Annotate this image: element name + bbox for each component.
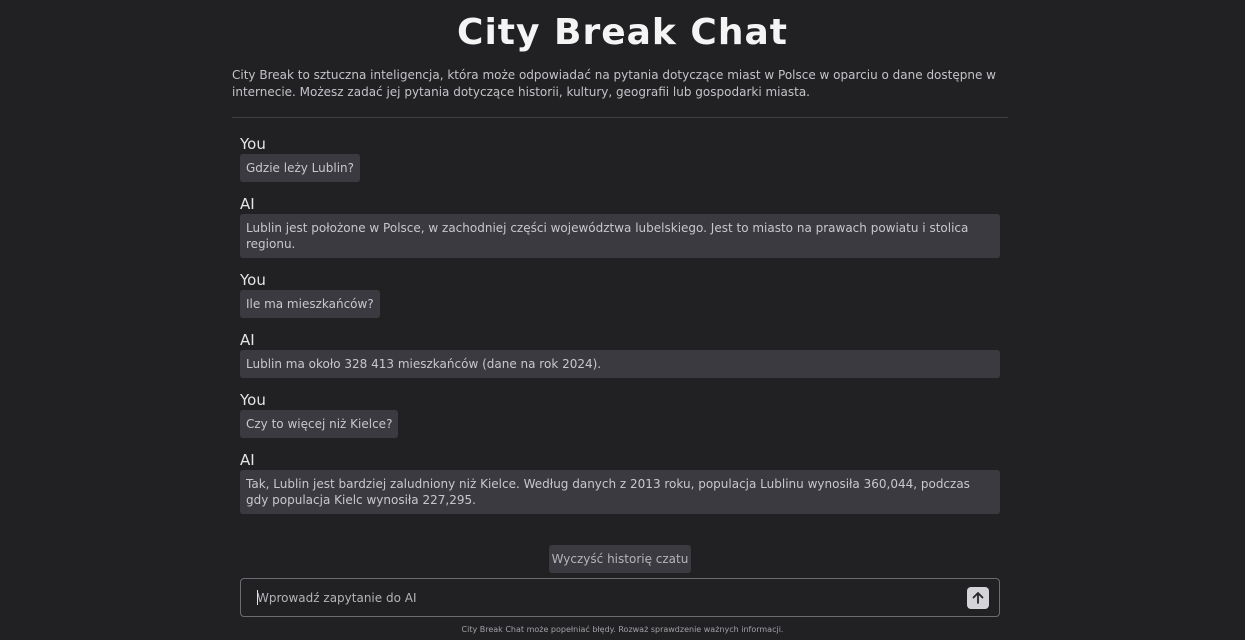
message-sender: You	[240, 271, 266, 289]
page-title: City Break Chat	[457, 12, 788, 53]
message-bubble: Gdzie leży Lublin?	[240, 154, 361, 182]
message-bubble: Tak, Lublin jest bardziej zaludniony niż…	[240, 470, 1000, 514]
chat-page: City Break Chat City Break to sztuczna i…	[0, 0, 1245, 640]
send-button[interactable]	[967, 587, 989, 609]
intro-text: City Break to sztuczna inteligencja, któ…	[232, 68, 996, 99]
message-sender: AI	[240, 331, 255, 349]
text-caret	[257, 590, 258, 605]
message-sender: AI	[240, 451, 255, 469]
clear-history-button[interactable]: Wyczyść historię czatu	[549, 545, 691, 573]
message-sender: You	[240, 135, 266, 153]
chat-message-user: You Ile ma mieszkańców?	[240, 270, 1000, 318]
chat-history: You Gdzie leży Lublin? AI Lublin jest po…	[240, 134, 1000, 526]
chat-message-user: You Czy to więcej niż Kielce?	[240, 390, 1000, 438]
prompt-input-box	[240, 578, 1000, 617]
message-sender: AI	[240, 195, 255, 213]
message-bubble: Lublin jest położone w Polsce, w zachodn…	[240, 214, 1000, 258]
arrow-up-icon	[972, 592, 984, 604]
chat-message-ai: AI Lublin jest położone w Polsce, w zach…	[240, 194, 1000, 258]
chat-message-user: You Gdzie leży Lublin?	[240, 134, 1000, 182]
chat-message-ai: AI Lublin ma około 328 413 mieszkańców (…	[240, 330, 1000, 378]
footer-disclaimer: City Break Chat może popełniać błędy. Ro…	[461, 625, 784, 634]
message-bubble: Lublin ma około 328 413 mieszkańców (dan…	[240, 350, 1000, 378]
header-divider	[232, 117, 1008, 118]
prompt-input[interactable]	[257, 579, 947, 616]
chat-message-ai: AI Tak, Lublin jest bardziej zaludniony …	[240, 450, 1000, 514]
message-bubble: Czy to więcej niż Kielce?	[240, 410, 399, 438]
message-bubble: Ile ma mieszkańców?	[240, 290, 380, 318]
message-sender: You	[240, 391, 266, 409]
